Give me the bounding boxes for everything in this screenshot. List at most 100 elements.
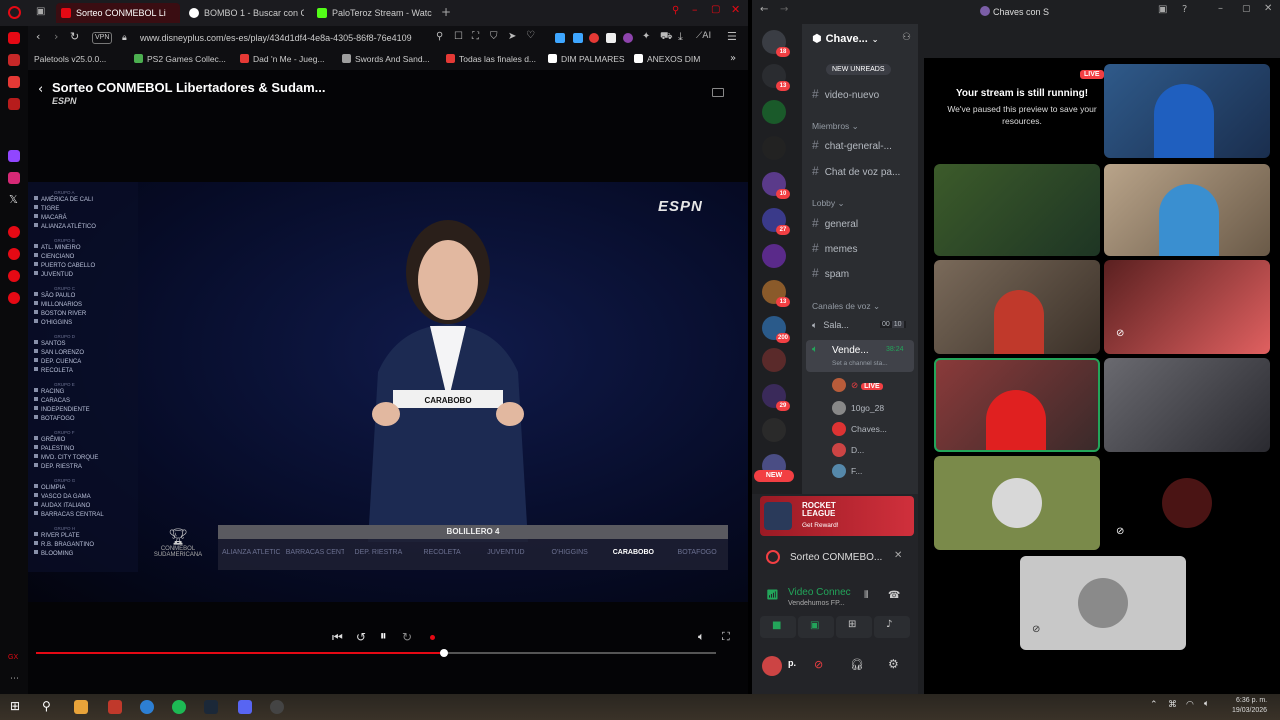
reload-icon[interactable]: ↻	[70, 30, 79, 43]
taskbar-app-icon[interactable]	[140, 700, 154, 714]
category-voz[interactable]: Canales de voz ⌄	[812, 301, 880, 312]
clock-date[interactable]: 19/03/2026	[1232, 707, 1267, 714]
server-icon[interactable]: 200	[762, 316, 790, 343]
progress-handle[interactable]	[440, 649, 448, 657]
download-icon[interactable]: ⤓	[678, 30, 683, 44]
network-icon[interactable]: ⌘	[1168, 700, 1177, 710]
steam-icon[interactable]	[204, 700, 218, 714]
sidebar-app-icon[interactable]	[8, 248, 20, 260]
search-tabs-icon[interactable]: ⚲	[672, 5, 679, 16]
workspace-icon[interactable]: ▣	[36, 6, 45, 17]
minimize-icon[interactable]: –	[1218, 3, 1223, 14]
camera-button[interactable]: ■	[760, 616, 796, 638]
stream-tile[interactable]	[1104, 64, 1270, 158]
user-avatar[interactable]	[762, 656, 782, 676]
gear-icon[interactable]: ⚙	[888, 657, 899, 671]
server-icon[interactable]	[762, 348, 786, 372]
voice-user[interactable]: F...	[832, 464, 862, 478]
category-lobby[interactable]: Lobby ⌄	[812, 198, 845, 209]
new-badge[interactable]: NEW	[754, 470, 794, 482]
voice-user[interactable]: D...	[832, 443, 864, 457]
windows-start-icon[interactable]: ⊞	[10, 699, 20, 713]
twitch-icon[interactable]	[8, 150, 20, 162]
vpn-badge[interactable]: VPN	[92, 32, 113, 44]
participant-tile[interactable]	[934, 358, 1100, 452]
pause-icon[interactable]: ⏸	[380, 629, 387, 644]
search-icon[interactable]: ⚲	[42, 699, 51, 713]
server-icon[interactable]	[762, 136, 786, 160]
tab-disney[interactable]: Sorteo CONMEBOL Li	[56, 3, 180, 23]
sidebar-app-icon[interactable]	[8, 270, 20, 282]
extensions-icon[interactable]: ✦	[642, 31, 650, 42]
more-icon[interactable]: ⋯	[10, 674, 19, 684]
server-icon[interactable]: 29	[762, 384, 790, 411]
server-icon[interactable]	[762, 418, 786, 442]
bookmark-item[interactable]: DIM PALMARES	[548, 54, 625, 64]
sidebar-app-icon[interactable]	[8, 32, 20, 44]
voice-user[interactable]: 10go_28	[832, 401, 884, 415]
taskbar-app-icon[interactable]	[74, 700, 88, 714]
menu-icon[interactable]: ☰	[727, 30, 737, 43]
more-bookmarks-icon[interactable]: »	[730, 53, 736, 64]
mic-muted-icon[interactable]: ⊘	[814, 658, 823, 671]
server-icon[interactable]: 27	[762, 208, 790, 235]
voice-user[interactable]: Chaves...	[832, 422, 887, 436]
ai-icon[interactable]: ⟋AI	[696, 31, 711, 41]
server-icon[interactable]	[762, 244, 786, 268]
minimize-icon[interactable]: –	[692, 3, 698, 16]
bookmark-icon[interactable]: ☐	[454, 31, 463, 42]
participant-tile[interactable]	[1104, 358, 1270, 452]
category-miembros[interactable]: Miembros ⌄	[812, 121, 859, 132]
tray-chevron-icon[interactable]: ⌃	[1150, 700, 1158, 710]
skip-back-icon[interactable]: ⏮	[332, 630, 343, 645]
x-icon[interactable]: 𝕏	[9, 193, 18, 206]
screen-share-button[interactable]: ▣	[798, 616, 834, 638]
cast-icon[interactable]	[712, 88, 724, 97]
bookmark-item[interactable]: Dad 'n Me - Jueg...	[240, 54, 325, 64]
channel-general[interactable]: # general	[812, 216, 912, 230]
server-icon[interactable]: 18	[762, 30, 790, 57]
discord-icon[interactable]	[238, 700, 252, 714]
maximize-icon[interactable]: ▢	[1242, 4, 1251, 14]
extension-icon[interactable]	[555, 33, 565, 43]
sidebar-app-icon[interactable]	[8, 76, 20, 88]
send-icon[interactable]: ➤	[508, 31, 516, 42]
close-icon[interactable]: ✕	[894, 550, 902, 561]
close-icon[interactable]: ✕	[731, 3, 740, 16]
extension-icon[interactable]: ⛶	[472, 31, 479, 42]
volume-icon[interactable]: 🔈︎	[698, 630, 705, 644]
bookmark-item[interactable]: ANEXOS DIM	[634, 54, 700, 64]
help-icon[interactable]: ?	[1182, 4, 1187, 15]
soundboard-button[interactable]: ♪	[874, 616, 910, 638]
server-icon[interactable]: 13	[762, 64, 790, 91]
voice-connected-label[interactable]: Video Connec	[788, 587, 851, 598]
participant-tile[interactable]: ⊘	[1104, 260, 1270, 354]
server-icon[interactable]	[762, 100, 786, 124]
voice-channel-sala[interactable]: 🔈︎ Sala... 00 10	[812, 320, 912, 331]
voice-channel-status[interactable]: Set a channel sta...	[832, 360, 888, 367]
heart-icon[interactable]: ♡	[526, 30, 535, 41]
instagram-icon[interactable]	[8, 172, 20, 184]
address-bar[interactable]: 🔒︎ www.disneyplus.com/es-es/play/434d1df…	[116, 29, 456, 47]
live-dot-icon[interactable]	[430, 635, 435, 640]
add-member-icon[interactable]: ⚇	[902, 32, 911, 43]
sidebar-app-icon[interactable]	[8, 98, 20, 110]
browser-logo-icon[interactable]	[8, 6, 21, 19]
forward-icon[interactable]: →	[780, 4, 788, 15]
participant-tile[interactable]	[1104, 164, 1270, 256]
tab-google[interactable]: BOMBO 1 - Buscar con Go	[184, 3, 304, 23]
bookmark-item[interactable]: Swords And Sand...	[342, 54, 430, 64]
wifi-icon[interactable]: ◠	[1186, 700, 1194, 710]
zoom-icon[interactable]: ⚲	[436, 31, 443, 42]
sidebar-app-icon[interactable]	[8, 54, 20, 66]
stream-card[interactable]: Sorteo CONMEBO... ✕	[760, 544, 914, 572]
video-player[interactable]: ‹ Sorteo CONMEBOL Libertadores & Sudam..…	[28, 70, 748, 694]
back-arrow-icon[interactable]: ‹	[38, 82, 43, 97]
promo-card[interactable]: ROCKET LEAGUE Get Reward!	[760, 496, 914, 536]
voice-user[interactable]: ⊘ LIVE	[832, 378, 883, 392]
channel-spam[interactable]: # spam	[812, 266, 912, 280]
forward-icon[interactable]: ↻	[402, 630, 412, 644]
tab-kick[interactable]: PaloTeroz Stream - Watch	[312, 3, 432, 23]
rewind-icon[interactable]: ↺	[356, 630, 366, 644]
participant-tile[interactable]	[934, 260, 1100, 354]
